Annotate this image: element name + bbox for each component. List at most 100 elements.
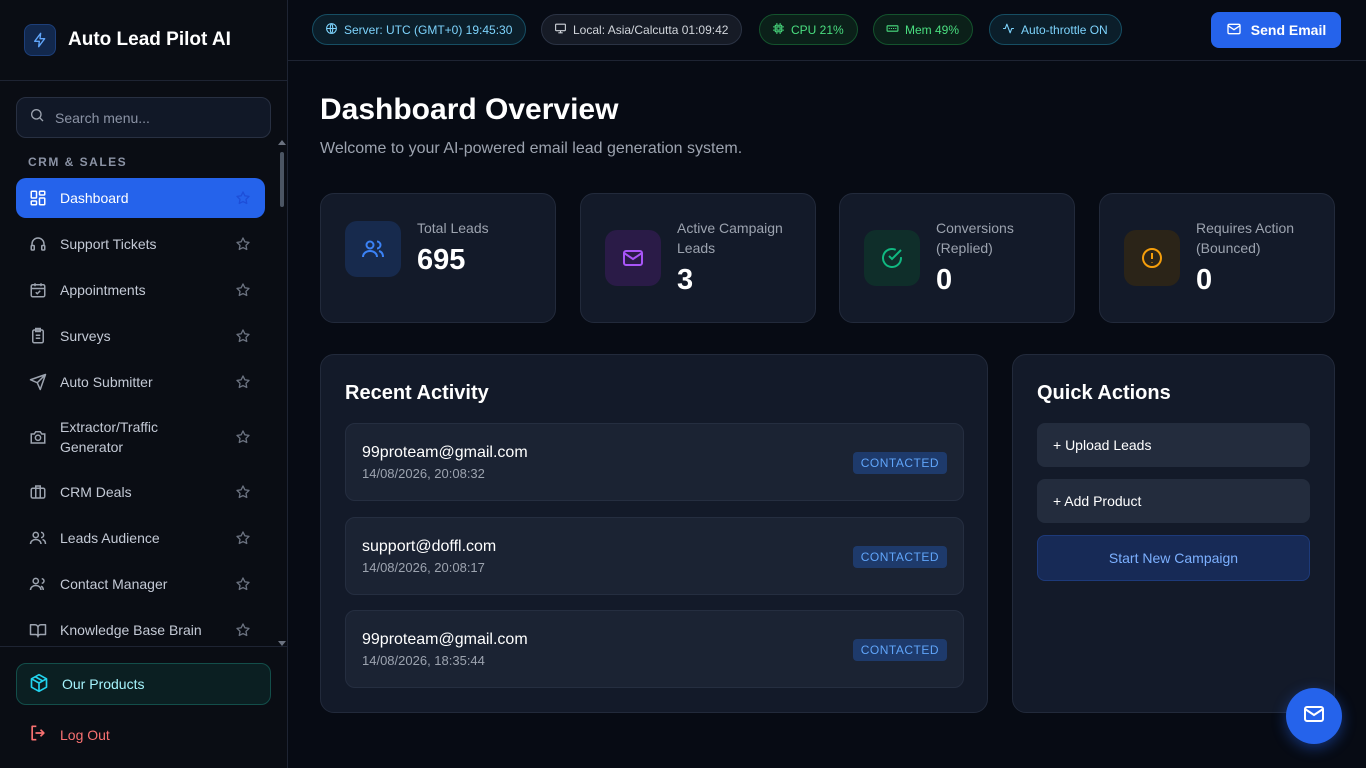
- star-icon[interactable]: [235, 190, 251, 206]
- calendar-check-icon: [28, 280, 48, 300]
- activity-item[interactable]: 99proteam@gmail.com 14/08/2026, 18:35:44…: [345, 610, 964, 688]
- send-email-button[interactable]: Send Email: [1211, 12, 1341, 48]
- activity-time: 14/08/2026, 18:35:44: [362, 653, 485, 668]
- sidebar: Auto Lead Pilot AI CRM & SALES Dashboard: [0, 0, 288, 768]
- cpu-chip-icon: [772, 22, 785, 38]
- sidebar-scrollbar[interactable]: [278, 140, 286, 646]
- star-icon[interactable]: [235, 328, 251, 344]
- sidebar-item-support-tickets[interactable]: Support Tickets: [16, 224, 265, 264]
- status-badge: CONTACTED: [852, 639, 947, 661]
- server-time-pill: Server: UTC (GMT+0) 19:45:30: [312, 14, 527, 45]
- our-products-button[interactable]: Our Products: [16, 663, 271, 705]
- mail-icon: [605, 230, 661, 286]
- auto-throttle-pill[interactable]: Auto-throttle ON: [989, 14, 1122, 45]
- stat-value: 0: [936, 264, 953, 296]
- logout-button[interactable]: Log Out: [28, 723, 110, 746]
- search-icon: [29, 107, 45, 128]
- start-new-campaign-button[interactable]: Start New Campaign: [1037, 535, 1310, 581]
- local-time-text: Local: Asia/Calcutta 01:09:42: [573, 22, 729, 37]
- sidebar-item-crm-deals[interactable]: CRM Deals: [16, 472, 265, 512]
- activity-email: support@doffl.com: [362, 538, 497, 555]
- stat-label: Requires Action (Bounced): [1196, 220, 1295, 256]
- camera-icon: [28, 427, 48, 447]
- star-icon[interactable]: [235, 429, 251, 445]
- cpu-usage-pill: CPU 21%: [759, 14, 858, 45]
- page-title: Dashboard Overview: [320, 93, 619, 126]
- sidebar-item-appointments[interactable]: Appointments: [16, 270, 265, 310]
- activity-time: 14/08/2026, 20:08:32: [362, 466, 485, 481]
- status-badge: CONTACTED: [852, 452, 947, 474]
- sidebar-item-knowledge-base-brain[interactable]: Knowledge Base Brain: [16, 610, 265, 644]
- cpu-usage-text: CPU 21%: [791, 22, 844, 37]
- star-icon[interactable]: [235, 282, 251, 298]
- section-label-crm: CRM & SALES: [28, 155, 128, 169]
- memory-icon: [886, 22, 899, 38]
- stat-label: Active Campaign Leads: [677, 220, 783, 256]
- send-email-label: Send Email: [1250, 22, 1327, 38]
- quick-actions-title: Quick Actions: [1037, 382, 1171, 404]
- check-circle-icon: [864, 230, 920, 286]
- app-root: Auto Lead Pilot AI CRM & SALES Dashboard: [0, 0, 1366, 768]
- floating-mail-button[interactable]: [1286, 688, 1342, 744]
- add-product-button[interactable]: + Add Product: [1037, 479, 1310, 523]
- star-icon[interactable]: [235, 576, 251, 592]
- user-group-icon: [28, 574, 48, 594]
- recent-activity-title: Recent Activity: [345, 382, 489, 404]
- recent-activity-panel: Recent Activity 99proteam@gmail.com 14/0…: [320, 354, 988, 713]
- star-icon[interactable]: [235, 236, 251, 252]
- sidebar-item-surveys[interactable]: Surveys: [16, 316, 265, 356]
- stat-value: 695: [417, 244, 466, 276]
- sidebar-item-label: Leads Audience: [60, 530, 160, 546]
- star-icon[interactable]: [235, 622, 251, 638]
- star-icon[interactable]: [235, 374, 251, 390]
- monitor-icon: [554, 22, 567, 38]
- sidebar-item-dashboard[interactable]: Dashboard: [16, 178, 265, 218]
- star-icon[interactable]: [235, 484, 251, 500]
- send-icon: [28, 372, 48, 392]
- scrollbar-thumb[interactable]: [280, 152, 284, 207]
- sidebar-item-label: Dashboard: [60, 190, 129, 206]
- sidebar-nav: Dashboard Support Tickets Appointments S…: [16, 178, 265, 644]
- search-input[interactable]: [55, 109, 255, 126]
- headset-icon: [28, 234, 48, 254]
- scroll-up-arrow-icon[interactable]: [278, 140, 286, 145]
- activity-email: 99proteam@gmail.com: [362, 444, 528, 461]
- sidebar-item-leads-audience[interactable]: Leads Audience: [16, 518, 265, 558]
- sidebar-item-label: Support Tickets: [60, 236, 157, 252]
- users-icon: [28, 528, 48, 548]
- users-icon: [345, 221, 401, 277]
- star-icon[interactable]: [235, 530, 251, 546]
- activity-item[interactable]: support@doffl.com 14/08/2026, 20:08:17 C…: [345, 517, 964, 595]
- book-open-icon: [28, 620, 48, 640]
- activity-email: 99proteam@gmail.com: [362, 631, 528, 648]
- dashboard-grid-icon: [28, 188, 48, 208]
- sidebar-item-contact-manager[interactable]: Contact Manager: [16, 564, 265, 604]
- brand-header: Auto Lead Pilot AI: [0, 0, 287, 81]
- globe-icon: [325, 22, 338, 38]
- sidebar-item-label: Auto Submitter: [60, 374, 153, 390]
- activity-icon: [1002, 22, 1015, 38]
- sidebar-item-label: Extractor/Traffic Generator: [60, 419, 159, 455]
- memory-usage-text: Mem 49%: [905, 22, 960, 37]
- stat-card-conversions: Conversions (Replied) 0: [839, 193, 1075, 323]
- bolt-icon: [24, 24, 56, 56]
- auto-throttle-text: Auto-throttle ON: [1021, 22, 1108, 37]
- search-box[interactable]: [16, 97, 271, 138]
- local-time-pill: Local: Asia/Calcutta 01:09:42: [541, 14, 743, 45]
- sidebar-item-label: Surveys: [60, 328, 111, 344]
- sidebar-item-auto-submitter[interactable]: Auto Submitter: [16, 362, 265, 402]
- server-time-text: Server: UTC (GMT+0) 19:45:30: [344, 22, 513, 37]
- stat-card-total-leads: Total Leads 695: [320, 193, 556, 323]
- logout-icon: [28, 723, 48, 746]
- logout-label: Log Out: [60, 726, 110, 743]
- sidebar-item-extractor-traffic-generator[interactable]: Extractor/Traffic Generator: [16, 408, 265, 466]
- status-badge: CONTACTED: [852, 546, 947, 568]
- package-icon: [29, 673, 49, 696]
- activity-item[interactable]: 99proteam@gmail.com 14/08/2026, 20:08:32…: [345, 423, 964, 501]
- upload-leads-button[interactable]: + Upload Leads: [1037, 423, 1310, 467]
- our-products-label: Our Products: [62, 676, 145, 692]
- sidebar-footer: Our Products Log Out: [0, 646, 287, 768]
- memory-usage-pill: Mem 49%: [873, 14, 974, 45]
- sidebar-item-label: Knowledge Base Brain: [60, 622, 202, 638]
- stat-label: Conversions (Replied): [936, 220, 1014, 256]
